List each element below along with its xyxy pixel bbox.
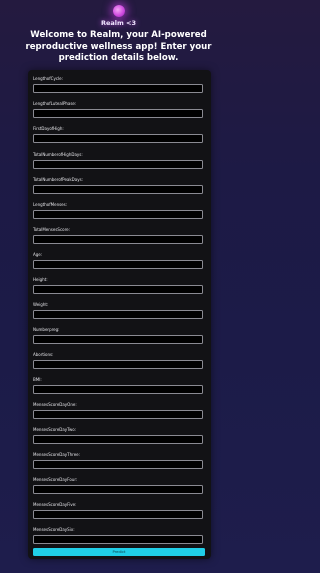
age-input[interactable] (33, 260, 203, 269)
menses-score-day-one-input[interactable] (33, 410, 203, 419)
length-of-luteal-phase-input[interactable] (33, 109, 203, 118)
length-of-cycle-input[interactable] (33, 84, 203, 93)
field-menses-score-day-one: MensesScoreDayOne: (33, 402, 205, 419)
field-label: LengthofMenses: (33, 202, 68, 207)
field-menses-score-day-two: MensesScoreDayTwo: (33, 427, 205, 444)
field-first-day-of-high: FirstDayofHigh: (33, 126, 205, 143)
field-menses-score-day-three: MensesScoreDayThree: (33, 452, 205, 469)
sparkle-orb-icon (112, 5, 125, 17)
field-age: Age: (33, 252, 205, 269)
field-label: Age: (33, 252, 43, 257)
field-weight: Weight: (33, 302, 205, 319)
field-abortions: Abortions: (33, 352, 205, 369)
field-label: MensesScoreDayOne: (33, 402, 77, 407)
field-bmi: BMI: (33, 377, 205, 394)
field-label: Weight: (33, 302, 49, 307)
field-label: Abortions: (33, 352, 54, 357)
weight-input[interactable] (33, 310, 203, 319)
field-total-peak-days: TotalNumberofPeakDays: (33, 177, 205, 194)
field-height: Height: (33, 277, 205, 294)
field-label: TotalMensesScore: (33, 227, 70, 232)
brand-header: Realm <3 (0, 5, 237, 27)
field-label: Height: (33, 277, 48, 282)
menses-score-day-four-input[interactable] (33, 485, 203, 494)
menses-score-day-three-input[interactable] (33, 460, 203, 469)
field-label: LengthofCycle: (33, 76, 63, 81)
menses-score-day-six-input[interactable] (33, 535, 203, 544)
length-of-menses-input[interactable] (33, 210, 203, 219)
field-length-of-luteal-phase: LengthofLutealPhase: (33, 101, 205, 118)
field-total-high-days: TotalNumberofHighDays: (33, 152, 205, 169)
first-day-of-high-input[interactable] (33, 134, 203, 143)
field-menses-score-day-six: MensesScoreDaySix: (33, 527, 205, 544)
field-label: MensesScoreDayThree: (33, 452, 80, 457)
abortions-input[interactable] (33, 360, 203, 369)
prediction-form: LengthofCycle: LengthofLutealPhase: Firs… (28, 70, 211, 559)
page-headline: Welcome to Realm, your AI-powered reprod… (25, 30, 212, 63)
menses-score-day-five-input[interactable] (33, 510, 203, 519)
total-high-days-input[interactable] (33, 160, 203, 169)
field-label: TotalNumberofPeakDays: (33, 177, 84, 182)
brand-name: Realm <3 (100, 19, 137, 27)
height-input[interactable] (33, 285, 203, 294)
predict-button[interactable]: Predict (33, 548, 205, 556)
field-length-of-menses: LengthofMenses: (33, 202, 205, 219)
bmi-input[interactable] (33, 385, 203, 394)
numberpreg-input[interactable] (33, 335, 203, 344)
field-label: MensesScoreDayFive: (33, 502, 77, 507)
total-peak-days-input[interactable] (33, 185, 203, 194)
field-numberpreg: Numberpreg: (33, 327, 205, 344)
field-label: MensesScoreDayFour: (33, 477, 78, 482)
menses-score-day-two-input[interactable] (33, 435, 203, 444)
field-menses-score-day-five: MensesScoreDayFive: (33, 502, 205, 519)
field-label: LengthofLutealPhase: (33, 101, 77, 106)
field-label: MensesScoreDayTwo: (33, 427, 77, 432)
total-menses-score-input[interactable] (33, 235, 203, 244)
field-label: TotalNumberofHighDays: (33, 152, 83, 157)
field-total-menses-score: TotalMensesScore: (33, 227, 205, 244)
field-length-of-cycle: LengthofCycle: (33, 76, 205, 93)
field-label: BMI: (33, 377, 42, 382)
field-menses-score-day-four: MensesScoreDayFour: (33, 477, 205, 494)
field-label: Numberpreg: (33, 327, 60, 332)
field-label: MensesScoreDaySix: (33, 527, 75, 532)
field-label: FirstDayofHigh: (33, 126, 64, 131)
